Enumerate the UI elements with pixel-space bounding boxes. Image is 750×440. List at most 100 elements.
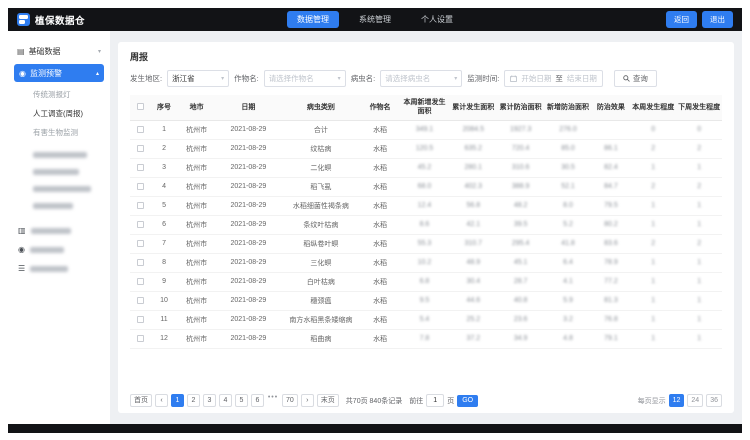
app-logo: 植保数据仓 (17, 13, 85, 27)
table-row: 4杭州市2021-08-29稻飞虱水稻68.0402.3388.952.184.… (130, 177, 722, 196)
page-button[interactable]: 5 (235, 394, 248, 407)
search-button[interactable]: 查询 (614, 70, 657, 87)
cell: 1 (151, 120, 178, 139)
row-checkbox[interactable] (137, 202, 144, 209)
value-cell: 2 (630, 139, 676, 158)
row-checkbox[interactable] (137, 240, 144, 247)
value-cell: 5.9 (544, 291, 591, 310)
column-header: 下周发生程度 (676, 95, 722, 120)
app-window: 植保数据仓 数据管理 系统管理 个人设置 返回 退出 ▤ 基础数据 ▾ ◉ 监测… (8, 8, 742, 433)
row-checkbox[interactable] (137, 164, 144, 171)
value-cell: 6.4 (544, 253, 591, 272)
value-cell: 48.2 (497, 196, 544, 215)
nav-data-management[interactable]: 数据管理 (287, 11, 339, 28)
value-cell: 0 (676, 120, 722, 139)
value-cell: 30.4 (450, 272, 497, 291)
per-page-option[interactable]: 24 (687, 394, 703, 407)
value-cell: 5.4 (399, 310, 449, 329)
cell: 3 (151, 158, 178, 177)
value-cell: 1 (676, 215, 722, 234)
top-nav: 数据管理 系统管理 个人设置 (287, 11, 463, 28)
crop-select[interactable]: 请选择作物名 ▾ (264, 70, 346, 87)
row-checkbox[interactable] (137, 126, 144, 133)
table-row: 6杭州市2021-08-29条纹叶枯病水稻8.642.139.55.280.21… (130, 215, 722, 234)
sidebar-item-redacted-3[interactable]: ☰ (18, 265, 110, 273)
cell: 水稻 (361, 158, 399, 177)
exit-button[interactable]: 退出 (702, 11, 733, 28)
value-cell: 2 (676, 177, 722, 196)
page-button[interactable]: 1 (171, 394, 184, 407)
cell: 6 (151, 215, 178, 234)
region-select[interactable]: 浙江省 ▾ (167, 70, 229, 87)
cell: 水稻 (361, 120, 399, 139)
goto-page-input[interactable] (426, 394, 444, 407)
cell: 9 (151, 272, 178, 291)
cell: 水稻 (361, 291, 399, 310)
redacted-item[interactable] (33, 186, 91, 192)
per-page-option[interactable]: 12 (669, 394, 685, 407)
page-button[interactable]: 4 (219, 394, 232, 407)
redacted-item[interactable] (33, 169, 79, 175)
column-header: 序号 (151, 95, 178, 120)
nav-personal-settings[interactable]: 个人设置 (411, 11, 463, 28)
value-cell: 1 (630, 310, 676, 329)
page-button[interactable]: 70 (282, 394, 298, 407)
select-all-checkbox[interactable] (137, 103, 144, 110)
value-cell: 1 (676, 329, 722, 348)
chevron-down-icon: ▾ (221, 75, 224, 82)
sidebar-item-pest-monitor[interactable]: 有害生物监测 (8, 123, 110, 142)
main-area: ▤ 基础数据 ▾ ◉ 监测预警 ▴ 传统测报灯 人工调查(周报) 有害生物监测 … (8, 31, 742, 424)
column-header: 累计发生面积 (450, 95, 497, 120)
go-button[interactable]: GO (457, 395, 478, 407)
nav-system-management[interactable]: 系统管理 (349, 11, 401, 28)
filter-bar: 发生地区: 浙江省 ▾ 作物名: 请选择作物名 ▾ 病虫名: 请选择病虫名 ▾ … (130, 70, 722, 95)
value-cell: 25.2 (450, 310, 497, 329)
cell: 条纹叶枯病 (281, 215, 361, 234)
value-cell: 1 (676, 310, 722, 329)
sidebar-item-lamp-report[interactable]: 传统测报灯 (8, 85, 110, 104)
value-cell: 2084.5 (450, 120, 497, 139)
value-cell: 76.8 (592, 310, 630, 329)
cell: 稻纵卷叶螟 (281, 234, 361, 253)
table-row: 11杭州市2021-08-29南方水稻黑条矮缩病水稻5.425.223.63.2… (130, 310, 722, 329)
table-row: 8杭州市2021-08-29三化螟水稻10.248.945.16.478.911 (130, 253, 722, 272)
next-page-button[interactable]: › (301, 394, 314, 407)
row-checkbox[interactable] (137, 316, 144, 323)
prev-page-button[interactable]: ‹ (155, 394, 168, 407)
sidebar-item-basic-data[interactable]: ▤ 基础数据 ▾ (8, 41, 110, 61)
row-checkbox[interactable] (137, 335, 144, 342)
sidebar-item-manual-weekly[interactable]: 人工调查(周报) (8, 104, 110, 123)
row-checkbox[interactable] (137, 183, 144, 190)
last-page-button[interactable]: 末页 (317, 394, 339, 407)
cell: 稻飞虱 (281, 177, 361, 196)
per-page-option[interactable]: 36 (706, 394, 722, 407)
redacted-item[interactable] (33, 152, 87, 158)
pest-select[interactable]: 请选择病虫名 ▾ (380, 70, 462, 87)
value-cell: 45.2 (399, 158, 449, 177)
back-button[interactable]: 返回 (666, 11, 697, 28)
value-cell: 79.5 (592, 196, 630, 215)
cell: 7 (151, 234, 178, 253)
bottom-bar (8, 424, 742, 433)
redacted-item[interactable] (33, 203, 73, 209)
sidebar-item-redacted-2[interactable]: ◉ (18, 246, 110, 254)
row-checkbox[interactable] (137, 278, 144, 285)
value-cell: 1 (676, 158, 722, 177)
table-row: 10杭州市2021-08-29穗颈瘟水稻9.544.640.85.981.311 (130, 291, 722, 310)
row-checkbox[interactable] (137, 221, 144, 228)
page-ellipsis: ••• (267, 394, 279, 407)
sidebar-item-redacted-1[interactable]: ▥ (18, 227, 110, 235)
page-button[interactable]: 3 (203, 394, 216, 407)
page-title: 周报 (130, 50, 722, 70)
page-button[interactable]: 6 (251, 394, 264, 407)
row-checkbox[interactable] (137, 259, 144, 266)
value-cell: 4.8 (544, 329, 591, 348)
row-checkbox[interactable] (137, 145, 144, 152)
first-page-button[interactable]: 首页 (130, 394, 152, 407)
date-range-input[interactable]: 开始日期 至 结束日期 (504, 70, 603, 87)
sidebar-item-monitor-warning[interactable]: ◉ 监测预警 ▴ (14, 64, 104, 82)
row-checkbox[interactable] (137, 297, 144, 304)
page-button[interactable]: 2 (187, 394, 200, 407)
cell: 水稻 (361, 215, 399, 234)
column-header: 本周发生程度 (630, 95, 676, 120)
